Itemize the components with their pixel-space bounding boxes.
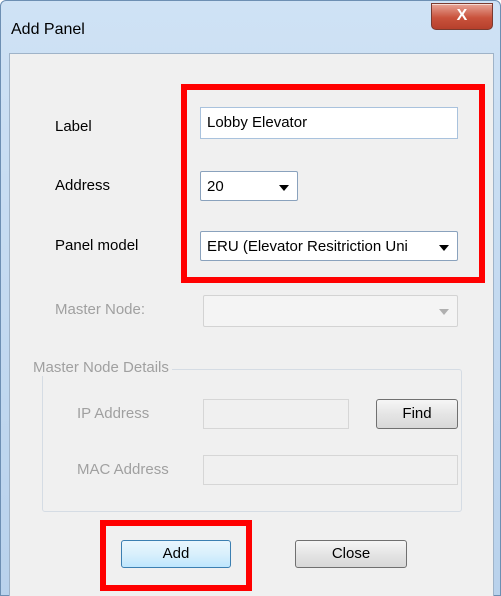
master-node-details-title: Master Node Details — [30, 359, 172, 376]
close-window-button[interactable]: X — [431, 3, 493, 30]
find-button-label: Find — [402, 405, 432, 422]
title-bar[interactable]: Add Panel X — [1, 1, 500, 53]
chevron-down-icon — [439, 309, 449, 315]
ip-address-field[interactable] — [203, 399, 349, 429]
master-node-caption: Master Node: — [55, 301, 146, 318]
master-node-details-group — [42, 369, 462, 512]
dialog-body: Label Lobby Elevator Address 20 Panel mo… — [9, 53, 494, 596]
ip-address-caption: IP Address — [77, 405, 150, 422]
close-button-label: Close — [331, 545, 371, 562]
add-panel-dialog: Add Panel X Label Lobby Elevator Address… — [0, 0, 501, 596]
close-button[interactable]: Close — [295, 540, 407, 568]
master-node-select[interactable] — [203, 295, 458, 327]
address-caption: Address — [55, 177, 111, 194]
close-icon: X — [456, 7, 468, 24]
highlight-box-add — [100, 520, 252, 591]
find-button[interactable]: Find — [376, 399, 458, 429]
mac-address-field[interactable] — [203, 455, 458, 485]
dialog-title: Add Panel — [11, 21, 85, 38]
mac-address-caption: MAC Address — [77, 461, 169, 478]
panel-model-caption: Panel model — [55, 237, 139, 254]
label-caption: Label — [55, 118, 92, 135]
highlight-box-fields — [181, 84, 485, 283]
